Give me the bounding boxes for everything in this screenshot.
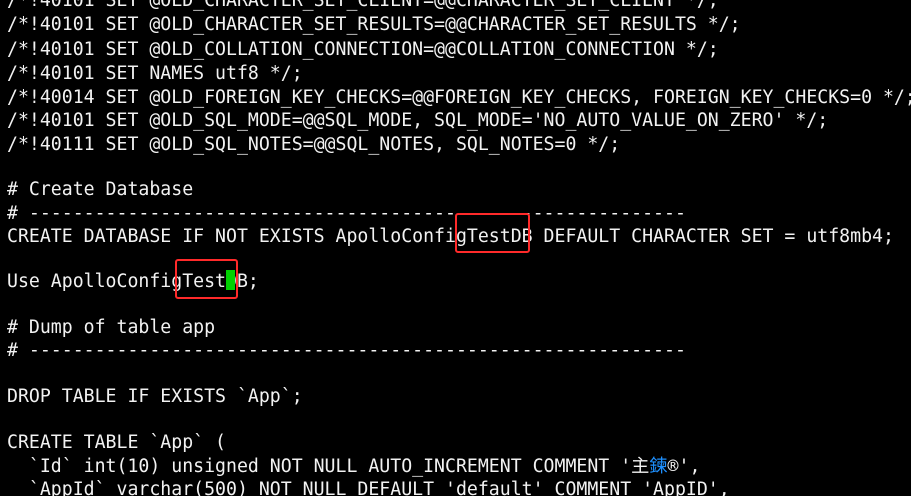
terminal-line: CREATE TABLE `App` ( [7,431,226,454]
terminal-text: /*!40101 SET NAMES utf8 */; [7,63,303,84]
terminal-text: 鍊 [649,456,668,477]
terminal-line: Use ApolloConfigTestDB; [7,270,259,293]
terminal-text: /*!40101 SET @OLD_COLLATION_CONNECTION=@… [7,39,719,60]
terminal-text: `AppId` varchar(500) NOT NULL DEFAULT 'd… [7,479,730,496]
terminal-line: # --------------------------------------… [7,339,686,362]
terminal-text: # --------------------------------------… [7,203,686,224]
terminal-line: # --------------------------------------… [7,202,686,225]
terminal-text: `Id` int(10) unsigned NOT NULL AUTO_INCR… [7,456,632,477]
terminal-text: Use ApolloConfigTestDB; [7,271,259,292]
terminal-line: `Id` int(10) unsigned NOT NULL AUTO_INCR… [7,455,701,478]
terminal-text: /*!40101 SET @OLD_SQL_MODE=@@SQL_MODE, S… [7,110,829,131]
terminal-text: # Dump of table app [7,317,216,338]
terminal-text: 主 [631,456,650,477]
terminal-text: DROP TABLE IF EXISTS `App`; [7,386,303,407]
terminal-text: CREATE TABLE `App` ( [7,432,226,453]
terminal-line: /*!40101 SET NAMES utf8 */; [7,62,303,85]
terminal-line: # Create Database [7,178,193,201]
terminal-line: /*!40101 SET @OLD_CHARACTER_SET_RESULTS=… [7,13,741,36]
terminal-line: # Dump of table app [7,316,215,339]
terminal-text: # --------------------------------------… [7,340,686,361]
terminal-text: /*!40101 SET @OLD_CHARACTER_SET_RESULTS=… [7,14,741,35]
terminal-line: `AppId` varchar(500) NOT NULL DEFAULT 'd… [7,478,730,496]
terminal-text: /*!40101 SET @OLD_CHARACTER_SET_CLIENT=@… [7,0,719,11]
terminal-text: CREATE DATABASE IF NOT EXISTS ApolloConf… [7,226,894,247]
terminal-line: /*!40101 SET @OLD_COLLATION_CONNECTION=@… [7,38,719,61]
terminal-line: CREATE DATABASE IF NOT EXISTS ApolloConf… [7,225,894,248]
terminal-line: /*!40014 SET @OLD_FOREIGN_KEY_CHECKS=@@F… [7,86,911,109]
terminal-line: /*!40101 SET @OLD_CHARACTER_SET_CLIENT=@… [7,0,719,12]
terminal-line: DROP TABLE IF EXISTS `App`; [7,385,303,408]
terminal-text: /*!40111 SET @OLD_SQL_NOTES=@@SQL_NOTES,… [7,134,621,155]
terminal-text: # Create Database [7,179,194,200]
terminal-window[interactable]: /*!40101 SET @OLD_CHARACTER_SET_CLIENT=@… [0,0,911,496]
terminal-line: /*!40101 SET @OLD_SQL_MODE=@@SQL_MODE, S… [7,109,828,132]
terminal-text: /*!40014 SET @OLD_FOREIGN_KEY_CHECKS=@@F… [7,87,911,108]
terminal-text: ®', [667,456,701,477]
terminal-line: /*!40111 SET @OLD_SQL_NOTES=@@SQL_NOTES,… [7,133,620,156]
